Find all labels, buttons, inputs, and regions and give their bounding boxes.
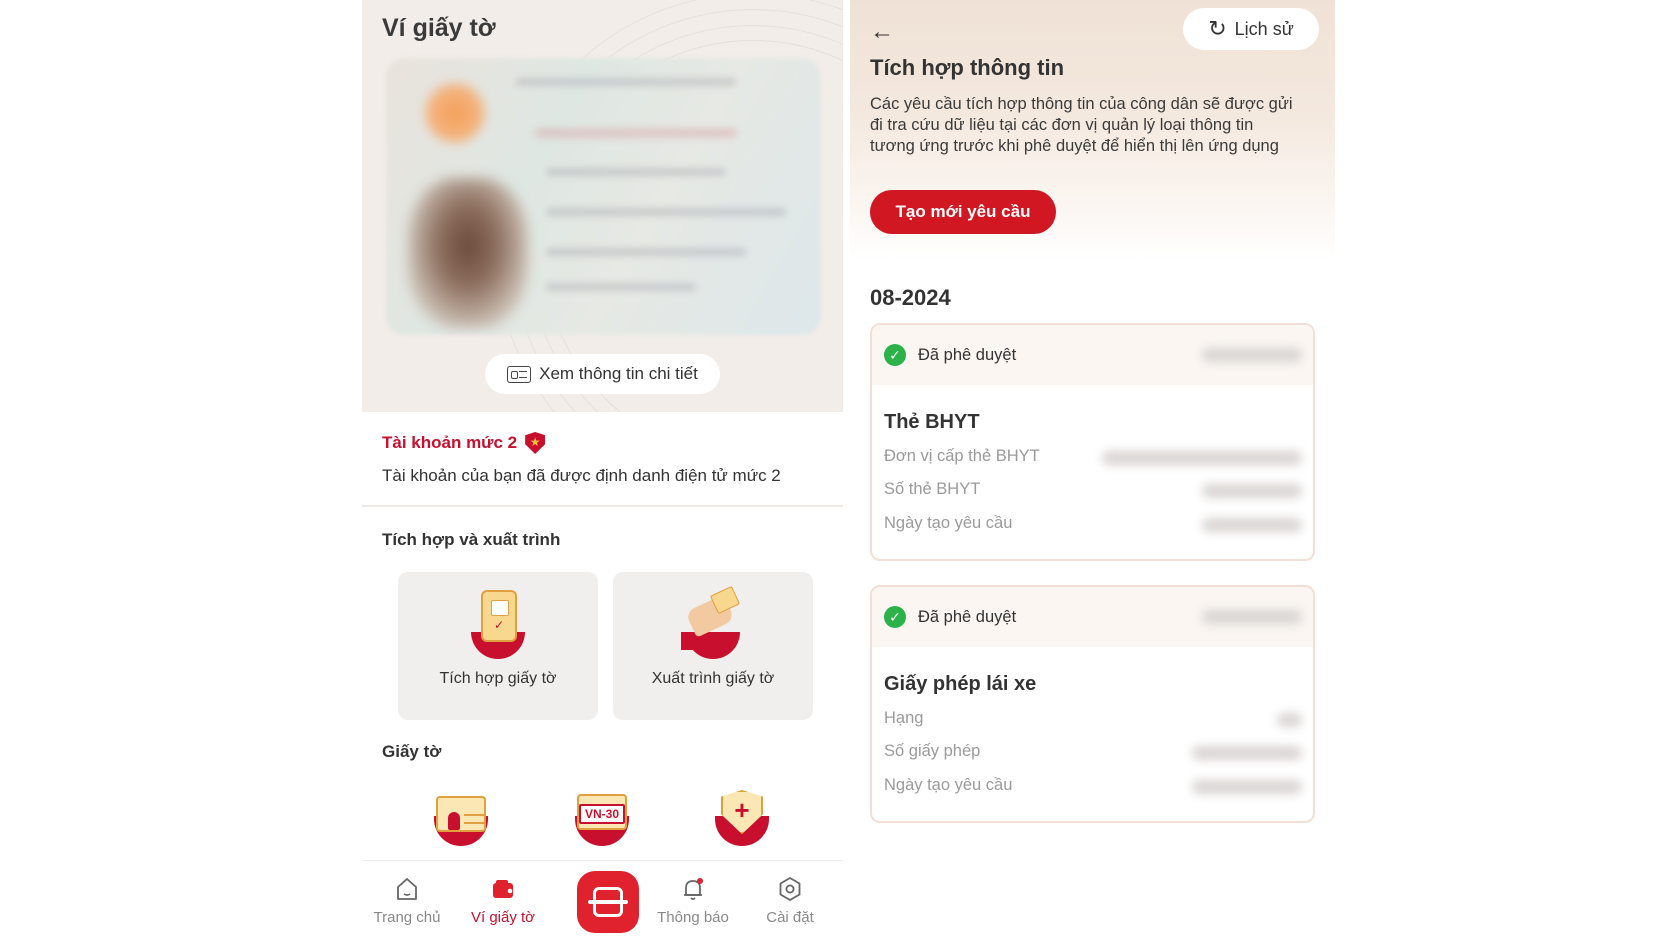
field-label: Số giấy phép: [884, 742, 981, 760]
field-label: Số thẻ BHYT: [884, 480, 981, 498]
health-insurance-document[interactable]: +: [713, 788, 771, 848]
field-label: Ngày tạo yêu cầu: [884, 514, 1013, 532]
request-card[interactable]: ✓ Đã phê duyệt Giấy phép lái xe Hạng Số …: [870, 585, 1315, 823]
nav-wallet[interactable]: Ví giấy tờ: [458, 875, 548, 926]
account-level-label: Tài khoản mức 2: [382, 433, 518, 452]
month-header: 08-2024: [870, 285, 951, 310]
text-lines: [464, 814, 486, 824]
back-arrow-icon[interactable]: ←: [870, 18, 894, 46]
create-request-button[interactable]: Tạo mới yêu cầu: [870, 190, 1056, 234]
id-card-icon: [507, 365, 532, 383]
license-plate-icon: VN-30: [579, 804, 625, 824]
nav-label: Trang chủ: [373, 909, 441, 926]
view-details-label: Xem thông tin chi tiết: [539, 364, 698, 383]
medical-cross-icon: +: [734, 795, 750, 825]
tile-label: Tích hợp giấy tờ: [439, 670, 557, 687]
account-level-description: Tài khoản của bạn đã được định danh điện…: [382, 466, 781, 485]
blurred-value: [1277, 713, 1302, 727]
id-card-icon: [436, 796, 486, 832]
national-emblem: [422, 80, 488, 146]
status-label: Đã phê duyệt: [918, 607, 1017, 626]
divider: [362, 505, 843, 507]
request-title: Giấy phép lái xe: [884, 673, 1037, 695]
tile-label: Xuất trình giấy tờ: [651, 670, 775, 687]
card-text-line: [546, 248, 746, 256]
history-label: Lịch sử: [1234, 18, 1294, 39]
scan-button[interactable]: [577, 871, 639, 933]
blurred-value: [1202, 484, 1302, 498]
card-text-line: [546, 208, 786, 216]
field-label: Đơn vị cấp thẻ BHYT: [884, 447, 1040, 465]
id-card-document[interactable]: [432, 788, 490, 848]
integrate-section-title: Tích hợp và xuất trình: [382, 530, 561, 549]
check-circle-icon: ✓: [884, 344, 906, 366]
request-title: Thẻ BHYT: [884, 411, 980, 433]
home-icon: [397, 878, 417, 900]
view-details-button[interactable]: Xem thông tin chi tiết: [485, 354, 720, 394]
scan-line: [588, 900, 628, 904]
card-text-line: [546, 283, 696, 291]
shield-star-icon: ★: [525, 432, 546, 454]
nav-label: Cài đặt: [766, 909, 814, 926]
id-card-preview[interactable]: [386, 58, 821, 335]
check-circle-icon: ✓: [884, 606, 906, 628]
integrate-documents-tile[interactable]: Tích hợp giấy tờ: [398, 572, 598, 720]
blurred-date: [1202, 610, 1302, 624]
person-shape: [448, 812, 460, 830]
card-photo: [408, 178, 528, 328]
history-icon: ↻: [1208, 16, 1227, 41]
settings-icon: [779, 877, 801, 901]
status-row: ✓ Đã phê duyệt: [872, 325, 1313, 385]
page-title: Tích hợp thông tin: [870, 55, 1065, 80]
bell-icon: [684, 878, 703, 900]
page-title: Ví giấy tờ: [382, 14, 496, 42]
nav-notifications[interactable]: Thông báo: [648, 875, 738, 926]
blurred-value: [1192, 746, 1302, 760]
page-description: Các yêu cầu tích hợp thông tin của công …: [870, 95, 1293, 155]
wallet-header: Ví giấy tờ Xem thông tin chi tiết: [362, 0, 843, 412]
card-red-line: [536, 130, 736, 136]
nav-home[interactable]: Trang chủ: [362, 875, 452, 926]
card-text-line: [516, 78, 736, 86]
status-row: ✓ Đã phê duyệt: [872, 587, 1313, 647]
card-text-line: [546, 168, 726, 176]
history-button[interactable]: ↻ Lịch sử: [1183, 8, 1319, 50]
documents-section-title: Giấy tờ: [382, 742, 442, 761]
account-level: Tài khoản mức 2 ★: [382, 432, 546, 454]
nav-settings[interactable]: Cài đặt: [745, 875, 835, 926]
blurred-date: [1202, 348, 1302, 362]
blurred-value: [1202, 518, 1302, 532]
field-label: Hạng: [884, 709, 924, 727]
present-documents-tile[interactable]: Xuất trình giấy tờ: [613, 572, 813, 720]
nav-label: Thông báo: [657, 909, 729, 926]
field-label: Ngày tạo yêu cầu: [884, 776, 1013, 794]
blurred-value: [1192, 780, 1302, 794]
blurred-value: [1102, 451, 1302, 465]
nav-label: Ví giấy tờ: [470, 909, 536, 926]
status-label: Đã phê duyệt: [918, 345, 1017, 364]
integration-screen: ← ↻ Lịch sử Tích hợp thông tin Các yêu c…: [850, 0, 1335, 945]
request-card[interactable]: ✓ Đã phê duyệt Thẻ BHYT Đơn vị cấp thẻ B…: [870, 323, 1315, 561]
phone-document-icon: [481, 590, 517, 642]
wallet-screen: Ví giấy tờ Xem thông tin chi tiết Tài kh…: [362, 0, 843, 945]
bottom-navigation: Trang chủ Ví giấy tờ Thông báo Cài đặt: [362, 860, 843, 945]
vehicle-registration-document[interactable]: VN-30: [573, 788, 631, 848]
wallet-icon: [493, 880, 513, 898]
